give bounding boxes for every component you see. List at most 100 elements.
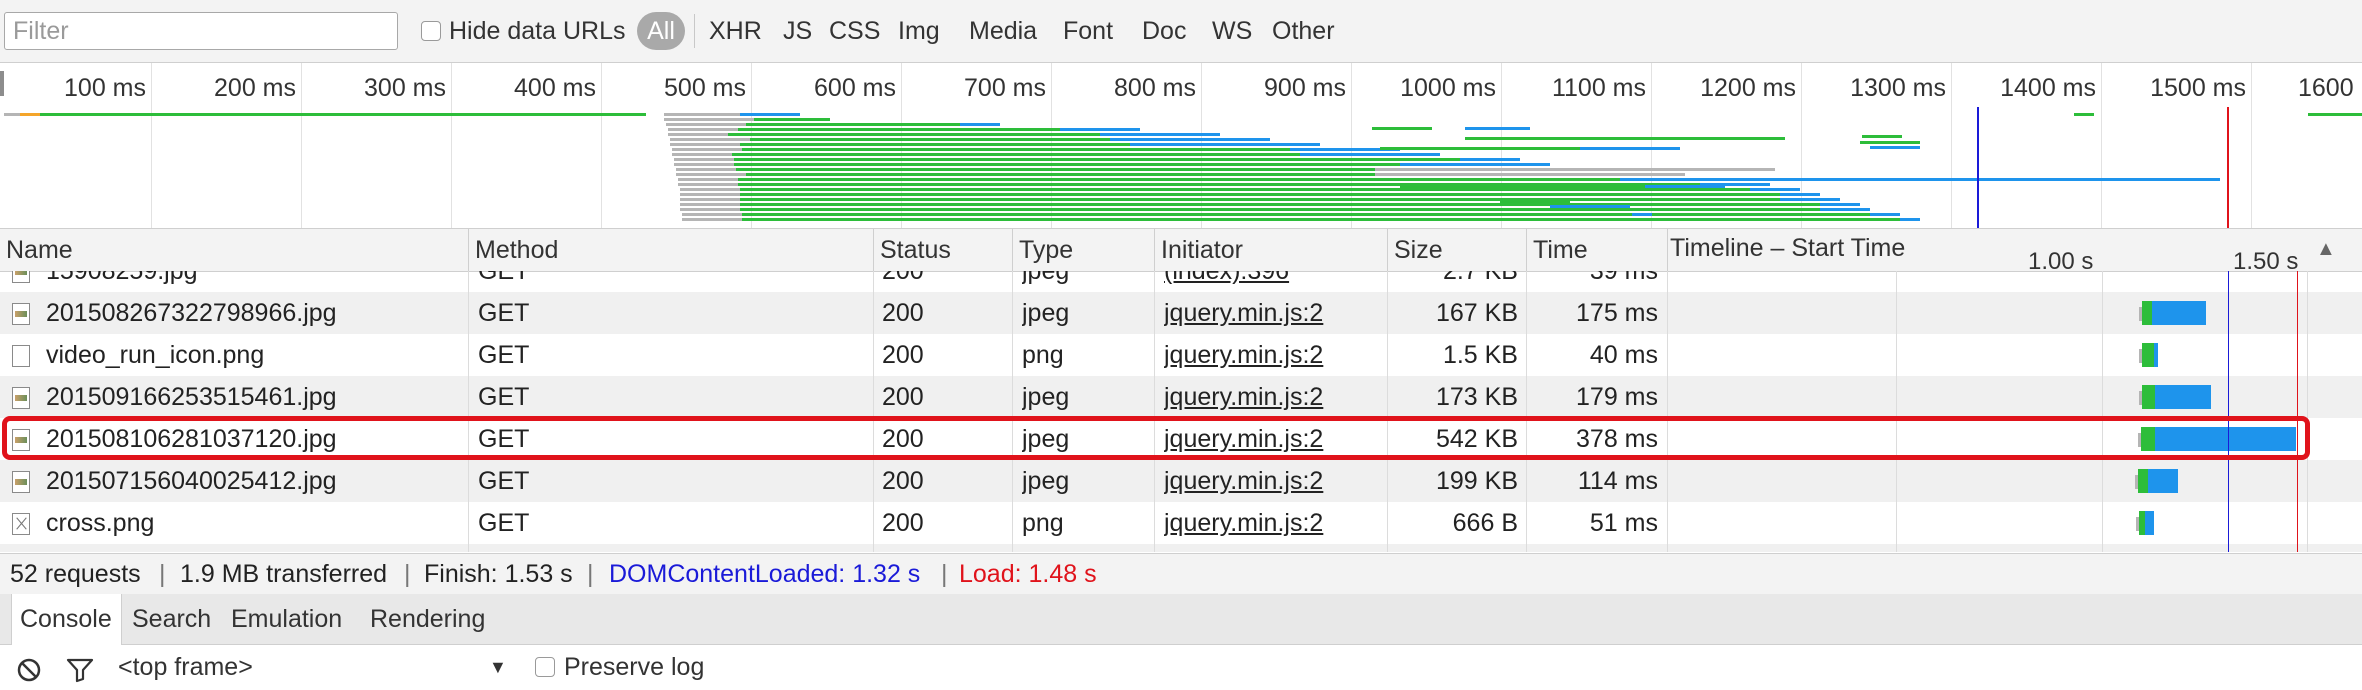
preserve-log-checkbox[interactable] xyxy=(535,657,555,677)
request-initiator-link[interactable]: (index):396 xyxy=(1164,271,1379,292)
request-initiator-link[interactable]: jquery.min.js:2 xyxy=(1164,334,1379,376)
overview-request-bar xyxy=(668,133,728,136)
overview-request-bar xyxy=(740,193,1800,196)
overview-request-bar xyxy=(1400,163,1550,166)
overview-tick-label: 600 ms xyxy=(814,74,896,102)
table-row[interactable]: cross.png GET 200 png jquery.min.js:2 666 B 51… xyxy=(0,502,2362,544)
overview-request-bar xyxy=(680,203,740,206)
sort-ascending-icon[interactable]: ▲ xyxy=(2316,235,2336,263)
column-header-method[interactable]: Method xyxy=(469,229,873,271)
overview-request-bar xyxy=(1750,188,1800,191)
timeline-gridline xyxy=(2102,271,2103,552)
overview-request-bar xyxy=(1460,158,1520,161)
drawer-tab-bar: Console Search Emulation Rendering xyxy=(0,594,2362,645)
hide-data-urls-checkbox[interactable] xyxy=(421,21,441,41)
request-size: 199 KB xyxy=(1435,467,1518,495)
column-header-name[interactable]: Name xyxy=(0,229,468,271)
filter-input[interactable] xyxy=(4,12,398,50)
type-filter-js[interactable]: JS xyxy=(783,16,812,46)
request-initiator-link[interactable]: jquery.min.js:2 xyxy=(1164,376,1379,418)
request-table-body[interactable]: 15908259.jpg GET 200 jpeg (index):396 2.… xyxy=(0,271,2362,552)
column-header-status[interactable]: Status xyxy=(874,229,1012,271)
timeline-receiving-bar xyxy=(2155,385,2211,409)
overview-request-bar xyxy=(678,178,738,181)
request-type: jpeg xyxy=(1022,383,1070,411)
frame-selector[interactable]: <top frame> xyxy=(118,645,253,690)
tab-rendering[interactable]: Rendering xyxy=(362,594,493,644)
type-filter-media[interactable]: Media xyxy=(969,16,1037,46)
request-method: GET xyxy=(478,467,530,495)
console-toolbar: <top frame> ▼ Preserve log xyxy=(0,645,2362,690)
type-filter-css[interactable]: CSS xyxy=(829,16,880,46)
type-filter-all[interactable]: All xyxy=(637,12,685,50)
chevron-down-icon[interactable]: ▼ xyxy=(489,645,507,690)
overview-tick-label: 500 ms xyxy=(664,74,746,102)
table-row[interactable]: 201508267322798966.jpg GET 200 jpeg jquery.m… xyxy=(0,292,2362,334)
request-time: 51 ms xyxy=(1589,509,1658,537)
image-file-icon xyxy=(12,271,30,283)
type-filter-xhr[interactable]: XHR xyxy=(709,16,762,46)
column-header-time[interactable]: Time xyxy=(1527,229,1667,271)
overview-request-bar xyxy=(674,163,734,166)
column-header-type[interactable]: Type xyxy=(1013,229,1154,271)
type-filter-ws[interactable]: WS xyxy=(1212,16,1252,46)
preserve-log-label: Preserve log xyxy=(564,653,705,681)
request-type: jpeg xyxy=(1022,271,1070,285)
request-initiator-link[interactable]: jquery.min.js:2 xyxy=(1164,460,1379,502)
request-name: 201508267322798966.jpg xyxy=(46,299,337,327)
image-file-icon xyxy=(12,303,30,325)
timeline-receiving-bar xyxy=(2152,301,2206,325)
timeline-overview[interactable]: 100 ms 200 ms 300 ms 400 ms 500 ms 600 m… xyxy=(0,63,2362,229)
tab-console[interactable]: Console xyxy=(11,594,122,645)
overview-request-bar xyxy=(1650,178,2220,181)
overview-tick-label: 900 ms xyxy=(1264,74,1346,102)
overview-request-bar xyxy=(740,198,1820,201)
type-filter-font[interactable]: Font xyxy=(1063,16,1113,46)
overview-request-bar xyxy=(1375,173,1685,176)
type-filter-img[interactable]: Img xyxy=(898,16,940,46)
request-time: 114 ms xyxy=(1577,467,1658,495)
type-filter-doc[interactable]: Doc xyxy=(1142,16,1186,46)
overview-request-bar xyxy=(740,203,1840,206)
overview-request-bar xyxy=(1860,141,1920,144)
overview-request-bar xyxy=(740,208,1850,211)
tab-search[interactable]: Search xyxy=(124,594,219,644)
column-header-initiator[interactable]: Initiator xyxy=(1155,229,1387,271)
filter-funnel-icon[interactable] xyxy=(66,657,94,683)
request-initiator-link[interactable]: jquery.min.js:2 xyxy=(1164,502,1379,544)
overview-request-bar xyxy=(1580,147,1680,150)
timeline-domcontentloaded-marker xyxy=(2228,271,2229,552)
timeline-waiting-bar xyxy=(2138,469,2148,493)
overview-gridline xyxy=(151,63,152,228)
table-row[interactable]: 15908259.jpg GET 200 jpeg (index):396 2.… xyxy=(0,271,2362,292)
overview-tick-label: 1200 ms xyxy=(1700,74,1796,102)
table-row[interactable]: 201507156040025412.jpg GET 200 jpeg jquery.m… xyxy=(0,460,2362,502)
column-header-size[interactable]: Size xyxy=(1388,229,1526,271)
request-table-header: Name Method Status Type Initiator Size T… xyxy=(0,229,2362,275)
column-divider xyxy=(1154,271,1155,552)
table-row[interactable]: video_run_icon.png GET 200 png jquery.min.js… xyxy=(0,334,2362,376)
overview-range-handle-left[interactable] xyxy=(0,71,4,96)
table-row[interactable]: 201509166253515461.jpg GET 200 jpeg jquery.m… xyxy=(0,376,2362,418)
overview-domcontentloaded-marker xyxy=(1977,107,1979,228)
toolbar-divider xyxy=(694,14,695,48)
overview-tick-label: 200 ms xyxy=(214,74,296,102)
column-divider xyxy=(873,271,874,552)
overview-request-bar xyxy=(1820,203,1860,206)
clear-console-icon[interactable] xyxy=(16,657,42,683)
overview-request-bar xyxy=(664,118,754,121)
request-status: 200 xyxy=(882,299,924,327)
timeline-waiting-bar xyxy=(2142,301,2152,325)
type-filter-other[interactable]: Other xyxy=(1272,16,1335,46)
request-initiator-link[interactable]: jquery.min.js:2 xyxy=(1164,292,1379,334)
overview-request-bar xyxy=(1632,213,1652,216)
overview-request-bar xyxy=(672,153,732,156)
overview-gridline xyxy=(601,63,602,228)
column-divider xyxy=(1012,271,1013,552)
overview-request-bar xyxy=(680,198,740,201)
column-divider xyxy=(1526,271,1527,552)
summary-finish: Finish: 1.53 s xyxy=(424,560,573,588)
tab-emulation[interactable]: Emulation xyxy=(223,594,350,644)
column-header-timeline[interactable]: Timeline – Start Time xyxy=(1664,229,1994,271)
table-row[interactable] xyxy=(0,544,2362,552)
